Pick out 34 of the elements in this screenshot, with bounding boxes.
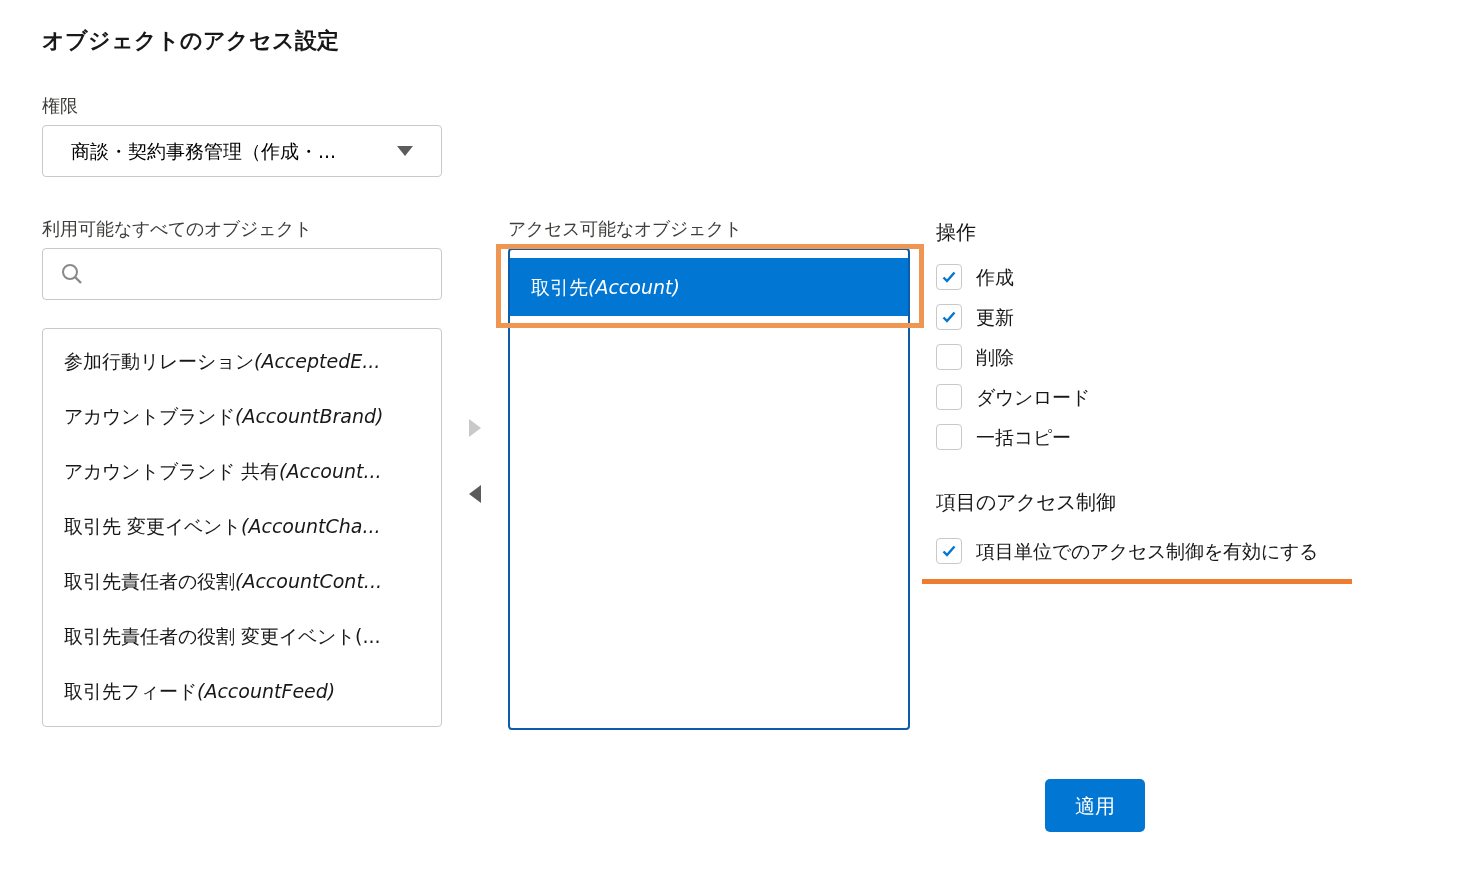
- list-item[interactable]: 取引先責任者の役割 変更イベント(...: [43, 608, 441, 664]
- field-access-heading: 項目のアクセス制御: [936, 489, 1117, 517]
- list-item[interactable]: 取引先責任者の役割(AccountCont...: [43, 553, 441, 609]
- list-item[interactable]: 参加行動リレーション(AcceptedE...: [43, 333, 441, 389]
- operations-heading: 操作: [936, 219, 977, 247]
- check-icon: [942, 271, 956, 284]
- accessible-label: アクセス可能なオブジェクト: [508, 217, 743, 242]
- check-icon: [942, 545, 956, 558]
- checkbox[interactable]: [936, 264, 962, 291]
- checkbox[interactable]: [936, 384, 962, 411]
- apply-button[interactable]: 適用: [1045, 779, 1145, 833]
- page-title: オブジェクトのアクセス設定: [42, 28, 340, 55]
- checkbox-label: 削除: [976, 345, 1014, 371]
- checkbox[interactable]: [936, 304, 962, 331]
- checkbox-label: ダウンロード: [976, 385, 1090, 411]
- permission-label: 権限: [42, 94, 79, 119]
- checkbox-label: 作成: [976, 265, 1014, 291]
- checkbox-label: 一括コピー: [976, 425, 1071, 451]
- list-item[interactable]: 取引先 変更イベント(AccountCha...: [43, 498, 441, 554]
- list-item[interactable]: 取引先(Account): [510, 258, 908, 317]
- list-item[interactable]: アカウントブランド(AccountBrand): [43, 388, 441, 444]
- checkbox-label: 更新: [976, 305, 1014, 331]
- checkbox[interactable]: [936, 344, 962, 371]
- search-icon: [61, 263, 83, 286]
- list-item[interactable]: アカウントブランド 共有(Account...: [43, 443, 441, 499]
- permission-dropdown[interactable]: 商談・契約事務管理（作成・...: [42, 125, 442, 178]
- checkbox[interactable]: [936, 424, 962, 451]
- search-field[interactable]: [42, 248, 442, 301]
- caret-icon: [397, 146, 413, 157]
- checkbox-label: 項目単位でのアクセス制御を有効にする: [976, 539, 1318, 565]
- check-icon: [942, 311, 956, 324]
- available-label: 利用可能なすべてのオブジェクト: [42, 217, 313, 242]
- list-item[interactable]: 取引先フィード(AccountFeed): [43, 663, 441, 719]
- checkbox[interactable]: [936, 538, 962, 565]
